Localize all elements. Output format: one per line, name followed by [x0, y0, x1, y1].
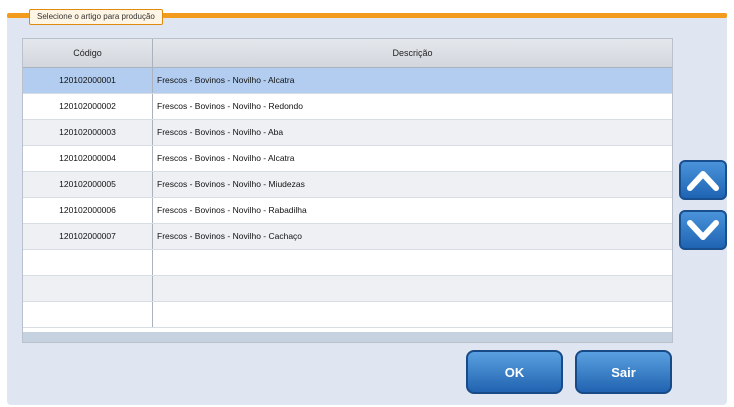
- cell-code: 120102000001: [23, 68, 153, 93]
- grid-rows: 120102000001 Frescos - Bovinos - Novilho …: [23, 68, 672, 328]
- cell-description: Frescos - Bovinos - Novilho - Alcatra: [157, 153, 295, 163]
- table-row[interactable]: 120102000001 Frescos - Bovinos - Novilho …: [23, 68, 672, 94]
- cell-code: [23, 276, 153, 301]
- column-header-description[interactable]: Descrição: [153, 39, 672, 67]
- cell-description: Frescos - Bovinos - Novilho - Cachaço: [157, 231, 303, 241]
- cell-description: Frescos - Bovinos - Novilho - Alcatra: [157, 75, 295, 85]
- cell-description: [153, 250, 672, 275]
- cell-description: Frescos - Bovinos - Novilho - Rabadilha: [157, 205, 307, 215]
- table-row[interactable]: 120102000007 Frescos - Bovinos - Novilho …: [23, 224, 672, 250]
- cell-code: 120102000007: [23, 224, 153, 249]
- cell-code: 120102000002: [23, 94, 153, 119]
- cell-code: 120102000004: [23, 146, 153, 171]
- article-grid: Código Descrição 120102000001 Frescos - B…: [22, 38, 673, 343]
- cell-code: [23, 250, 153, 275]
- grid-footer: [23, 332, 672, 342]
- cell-description: Frescos - Bovinos - Novilho - Redondo: [157, 101, 303, 111]
- table-row[interactable]: [23, 250, 672, 276]
- scroll-down-button[interactable]: [679, 210, 727, 250]
- exit-button[interactable]: Sair: [575, 350, 672, 394]
- cell-code: [23, 302, 153, 327]
- cell-code: 120102000003: [23, 120, 153, 145]
- column-header-code[interactable]: Código: [23, 39, 153, 67]
- chevron-up-icon: [686, 168, 720, 192]
- chevron-down-icon: [686, 218, 720, 242]
- table-row[interactable]: 120102000003 Frescos - Bovinos - Novilho …: [23, 120, 672, 146]
- scroll-up-button[interactable]: [679, 160, 727, 200]
- table-row[interactable]: [23, 276, 672, 302]
- cell-description: [153, 302, 672, 327]
- table-row[interactable]: [23, 302, 672, 328]
- table-row[interactable]: 120102000005 Frescos - Bovinos - Novilho …: [23, 172, 672, 198]
- cell-code: 120102000005: [23, 172, 153, 197]
- grid-header: Código Descrição: [23, 39, 672, 68]
- table-row[interactable]: 120102000006 Frescos - Bovinos - Novilho …: [23, 198, 672, 224]
- table-row[interactable]: 120102000002 Frescos - Bovinos - Novilho …: [23, 94, 672, 120]
- panel-tab-title: Selecione o artigo para produção: [29, 9, 163, 25]
- cell-description: Frescos - Bovinos - Novilho - Miudezas: [157, 179, 305, 189]
- table-row[interactable]: 120102000004 Frescos - Bovinos - Novilho …: [23, 146, 672, 172]
- cell-code: 120102000006: [23, 198, 153, 223]
- cell-description: [153, 276, 672, 301]
- cell-description: Frescos - Bovinos - Novilho - Aba: [157, 127, 284, 137]
- ok-button[interactable]: OK: [466, 350, 563, 394]
